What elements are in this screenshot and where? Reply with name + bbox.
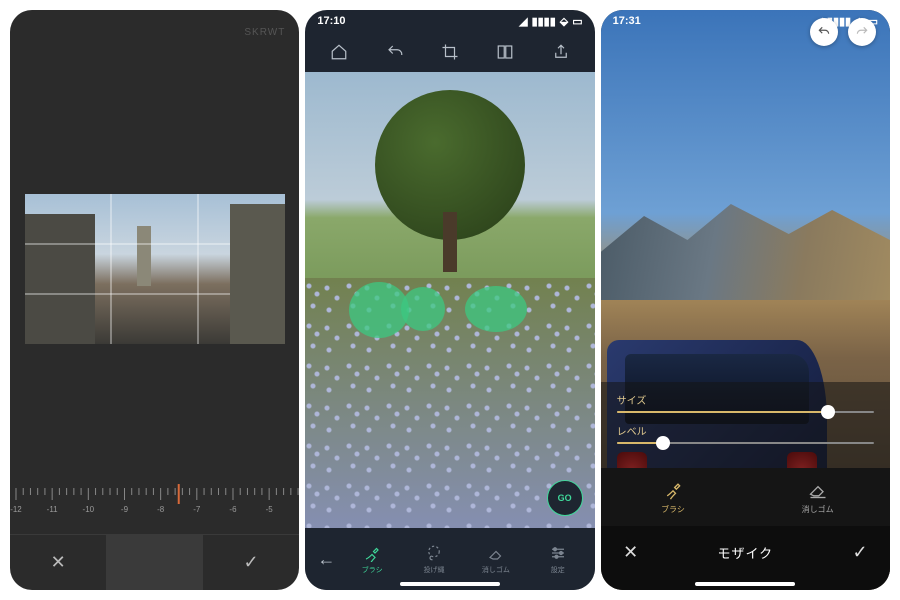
- svg-text:-11: -11: [47, 505, 58, 514]
- top-toolbar: [305, 32, 594, 72]
- location-icon: ◢: [519, 15, 527, 28]
- undo-icon[interactable]: [384, 41, 406, 63]
- tool-eraser[interactable]: 消しゴム: [745, 468, 890, 526]
- undo-button[interactable]: [810, 18, 838, 46]
- svg-text:-5: -5: [266, 505, 274, 514]
- cancel-button[interactable]: ✕: [10, 535, 106, 590]
- mask-blob: [465, 286, 527, 332]
- home-indicator[interactable]: [695, 582, 795, 586]
- screen-mosaic: 17:31 ◢ ▮▮▮▮ ⬙ ▭ サイズ レベル ブラシ消しゴム: [601, 10, 890, 590]
- mode-title: モザイク: [643, 543, 848, 562]
- tool-row: ブラシ消しゴム: [601, 468, 890, 526]
- mosaic-canvas[interactable]: 17:31 ◢ ▮▮▮▮ ⬙ ▭ サイズ レベル ブラシ消しゴム: [601, 10, 890, 590]
- retouch-canvas[interactable]: GO: [305, 72, 594, 528]
- cancel-button[interactable]: ✕: [619, 542, 643, 563]
- svg-text:-8: -8: [157, 505, 165, 514]
- confirm-button[interactable]: ✓: [203, 535, 299, 590]
- slider-panel: サイズ レベル: [601, 382, 890, 468]
- mask-blob: [349, 282, 409, 338]
- status-time: 17:10: [317, 15, 345, 27]
- status-bar: 17:10 ◢ ▮▮▮▮ ⬙ ▭: [305, 10, 594, 32]
- bottom-toolbar: ← ブラシ投げ縄消しゴム設定: [305, 528, 594, 590]
- edited-photo: [25, 194, 285, 344]
- tool-lasso[interactable]: 投げ縄: [403, 544, 465, 575]
- screen-retouch: 17:10 ◢ ▮▮▮▮ ⬙ ▭ GO ← ブラシ投げ縄消しゴム設定: [305, 10, 594, 590]
- mode-bar: ✕ モザイク ✓: [601, 526, 890, 590]
- svg-text:-7: -7: [193, 505, 201, 514]
- bottom-bar: ✕ ✓: [10, 534, 299, 590]
- redo-button[interactable]: [848, 18, 876, 46]
- slider-level[interactable]: レベル: [617, 423, 874, 444]
- image-canvas[interactable]: [10, 54, 299, 484]
- svg-text:-9: -9: [121, 505, 129, 514]
- go-button[interactable]: GO: [547, 480, 583, 516]
- svg-text:-12: -12: [10, 505, 22, 514]
- compare-icon[interactable]: [494, 41, 516, 63]
- adjustment-ruler[interactable]: -12 -11 -10 -9 -8 -7 -6 -5: [10, 484, 299, 534]
- alignment-grid: [25, 194, 285, 344]
- status-time: 17:31: [613, 15, 641, 27]
- home-icon[interactable]: [328, 41, 350, 63]
- screen-skrwt: SKRWT -12 -11 -10 -9 -8 -7 -6 -5 ✕ ✓: [10, 10, 299, 590]
- scene-mountains: [601, 180, 890, 300]
- crop-icon[interactable]: [439, 41, 461, 63]
- confirm-button[interactable]: ✓: [848, 542, 872, 563]
- tool-brush[interactable]: ブラシ: [341, 544, 403, 575]
- tool-brush[interactable]: ブラシ: [601, 468, 746, 526]
- back-button[interactable]: ←: [311, 549, 341, 570]
- mask-blob: [401, 287, 445, 331]
- tool-settings[interactable]: 設定: [527, 544, 589, 575]
- share-icon[interactable]: [550, 41, 572, 63]
- svg-text:-10: -10: [83, 505, 95, 514]
- home-indicator[interactable]: [400, 582, 500, 586]
- battery-icon: ▭: [572, 15, 582, 28]
- tool-eraser[interactable]: 消しゴム: [465, 544, 527, 575]
- wifi-icon: ⬙: [560, 15, 568, 28]
- app-badge: SKRWT: [10, 10, 299, 54]
- signal-icon: ▮▮▮▮: [532, 15, 556, 28]
- slider-size[interactable]: サイズ: [617, 392, 874, 413]
- svg-text:-6: -6: [229, 505, 237, 514]
